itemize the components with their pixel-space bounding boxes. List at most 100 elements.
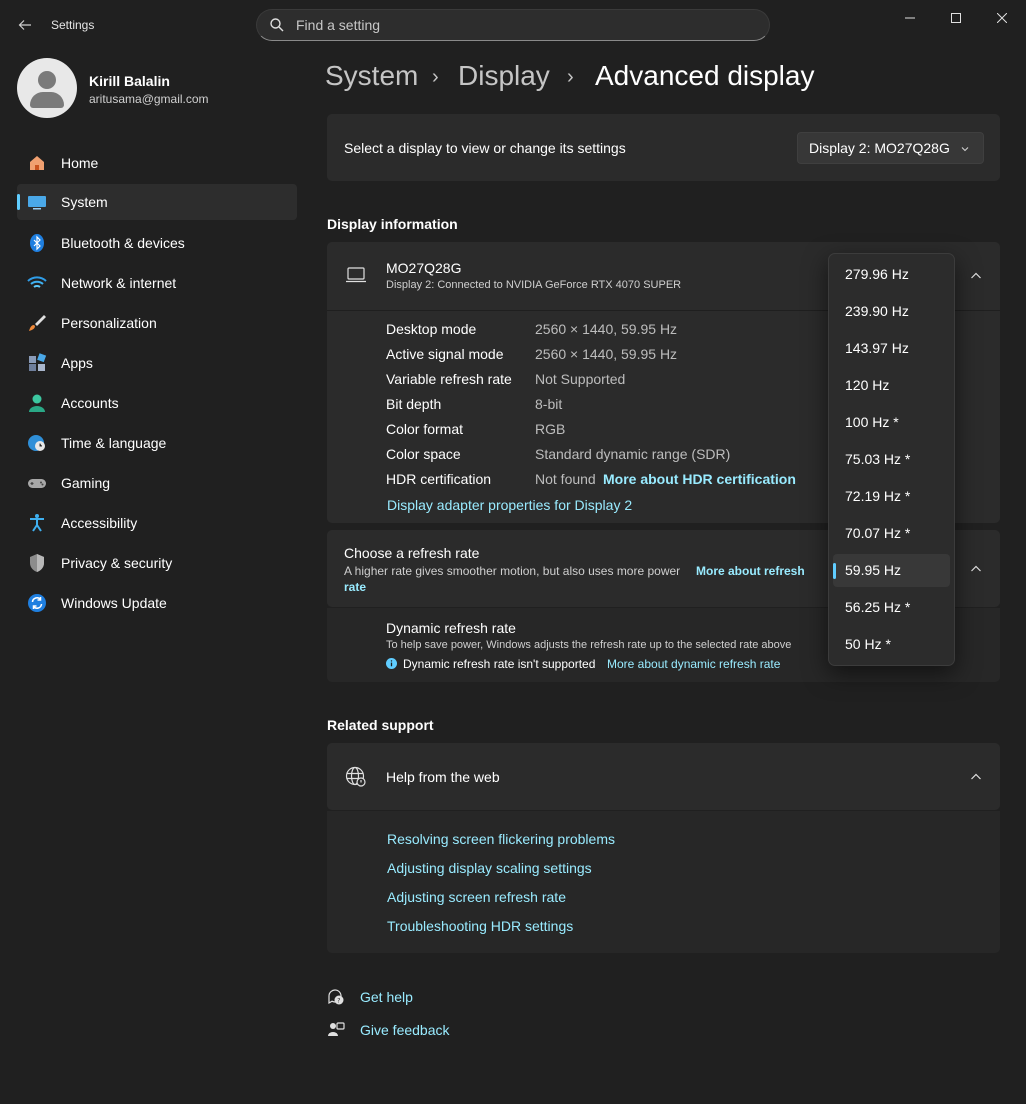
- sidebar-item-label: Accessibility: [61, 515, 138, 531]
- help-link[interactable]: Troubleshooting HDR settings: [387, 918, 573, 934]
- refresh-rate-desc: A higher rate gives smoother motion, but…: [344, 564, 681, 578]
- refresh-option[interactable]: 120 Hz: [833, 369, 950, 402]
- shield-icon: [30, 554, 44, 572]
- refresh-option-label: 239.90 Hz: [845, 303, 909, 319]
- help-link[interactable]: Resolving screen flickering problems: [387, 831, 615, 847]
- dynamic-refresh-desc: To help save power, Windows adjusts the …: [386, 639, 792, 651]
- info-label: Desktop mode: [386, 321, 477, 337]
- laptop-icon: [346, 267, 366, 283]
- help-link[interactable]: Adjusting display scaling settings: [387, 860, 592, 876]
- user-email: aritusama@gmail.com: [89, 92, 209, 106]
- get-help-link[interactable]: Get help: [360, 989, 413, 1005]
- close-button[interactable]: [990, 8, 1014, 28]
- display-adapter-link[interactable]: Display adapter properties for Display 2: [387, 497, 632, 513]
- display-dropdown[interactable]: Display 2: MO27Q28G: [797, 132, 984, 164]
- dynamic-refresh-title: Dynamic refresh rate: [386, 620, 516, 636]
- svg-text:?: ?: [337, 998, 340, 1005]
- refresh-more-link[interactable]: More about refresh: [696, 564, 805, 578]
- sidebar-item-windows-update[interactable]: Windows Update: [17, 585, 297, 621]
- chevron-up-icon[interactable]: [968, 268, 984, 284]
- display-info-heading: Display information: [327, 216, 458, 232]
- sidebar-item-label: System: [61, 194, 108, 210]
- app-title: Settings: [51, 18, 95, 32]
- refresh-option[interactable]: 239.90 Hz: [833, 295, 950, 328]
- sidebar-item-accessibility[interactable]: Accessibility: [17, 505, 297, 541]
- refresh-option[interactable]: 70.07 Hz *: [833, 517, 950, 550]
- info-label: Color format: [386, 421, 464, 437]
- search-box[interactable]: Find a setting: [256, 9, 770, 41]
- display-select-label: Select a display to view or change its s…: [344, 140, 626, 156]
- sidebar-item-label: Apps: [61, 355, 93, 371]
- sidebar-item-network[interactable]: Network & internet: [17, 265, 297, 301]
- breadcrumb-system[interactable]: System: [325, 60, 418, 92]
- info-icon: [386, 658, 397, 669]
- chevron-up-icon[interactable]: [968, 769, 984, 785]
- accessibility-icon: [30, 514, 44, 532]
- sidebar-item-bluetooth[interactable]: Bluetooth & devices: [17, 225, 297, 261]
- sidebar-item-label: Home: [61, 155, 99, 171]
- user-name: Kirill Balalin: [89, 73, 170, 89]
- refresh-more-link-cont[interactable]: rate: [344, 580, 366, 594]
- avatar[interactable]: [17, 58, 77, 118]
- refresh-option-label: 59.95 Hz: [845, 562, 902, 578]
- sidebar-item-accounts[interactable]: Accounts: [17, 385, 297, 421]
- info-label: Bit depth: [386, 396, 442, 412]
- dynamic-refresh-link[interactable]: More about dynamic refresh rate: [607, 657, 780, 671]
- sidebar-item-time-language[interactable]: Time & language: [17, 425, 297, 461]
- info-value: Standard dynamic range (SDR): [535, 446, 731, 462]
- refresh-option-selected[interactable]: 59.95 Hz: [833, 554, 950, 587]
- refresh-option[interactable]: 279.96 Hz: [833, 258, 950, 291]
- arrow-left-icon: [18, 20, 31, 30]
- refresh-option-label: 279.96 Hz: [845, 266, 909, 282]
- sidebar-item-personalization[interactable]: Personalization: [17, 305, 297, 341]
- wifi-icon: [27, 276, 47, 288]
- search-icon: [270, 18, 284, 32]
- sidebar-item-home[interactable]: Home: [17, 145, 297, 181]
- hdr-certification-link[interactable]: More about HDR certification: [603, 471, 796, 487]
- sidebar-item-apps[interactable]: Apps: [17, 345, 297, 381]
- search-input[interactable]: Find a setting: [296, 17, 380, 33]
- refresh-option[interactable]: 56.25 Hz *: [833, 591, 950, 624]
- close-icon: [997, 13, 1007, 23]
- globe-icon: [345, 766, 366, 787]
- get-help-icon: ?: [328, 989, 344, 1005]
- refresh-option[interactable]: 143.97 Hz: [833, 332, 950, 365]
- display-dropdown-value: Display 2: MO27Q28G: [809, 140, 950, 156]
- sidebar-item-label: Bluetooth & devices: [61, 235, 185, 251]
- chevron-right-icon: ›: [567, 66, 574, 88]
- help-from-web-title: Help from the web: [386, 769, 500, 785]
- refresh-option[interactable]: 72.19 Hz *: [833, 480, 950, 513]
- chevron-right-icon: ›: [432, 66, 439, 88]
- refresh-option-label: 70.07 Hz *: [845, 525, 911, 541]
- minimize-button[interactable]: [898, 8, 922, 28]
- sidebar-item-privacy[interactable]: Privacy & security: [17, 545, 297, 581]
- sidebar-item-gaming[interactable]: Gaming: [17, 465, 297, 501]
- info-value: 2560 × 1440, 59.95 Hz: [535, 346, 678, 362]
- bluetooth-icon: [30, 234, 44, 252]
- dynamic-refresh-warning: Dynamic refresh rate isn't supported: [403, 657, 596, 671]
- breadcrumb-display[interactable]: Display: [458, 60, 550, 92]
- sidebar-item-system[interactable]: System: [17, 184, 297, 220]
- refresh-option-label: 56.25 Hz *: [845, 599, 911, 615]
- refresh-option[interactable]: 100 Hz *: [833, 406, 950, 439]
- feedback-icon: [328, 1022, 345, 1036]
- info-value: Not Supported: [535, 371, 626, 387]
- page-title: Advanced display: [595, 60, 815, 91]
- back-button[interactable]: [10, 10, 40, 40]
- refresh-option[interactable]: 75.03 Hz *: [833, 443, 950, 476]
- give-feedback-link[interactable]: Give feedback: [360, 1022, 450, 1038]
- help-link[interactable]: Adjusting screen refresh rate: [387, 889, 566, 905]
- info-value: 8-bit: [535, 396, 563, 412]
- sidebar-item-label: Time & language: [61, 435, 167, 451]
- info-label: Active signal mode: [386, 346, 504, 362]
- globe-clock-icon: [28, 435, 45, 451]
- chevron-up-icon[interactable]: [968, 561, 984, 577]
- system-icon: [28, 196, 46, 210]
- sidebar-item-label: Windows Update: [61, 595, 167, 611]
- sidebar-item-label: Accounts: [61, 395, 119, 411]
- related-support-heading: Related support: [327, 717, 434, 733]
- sidebar-item-label: Network & internet: [61, 275, 177, 291]
- maximize-button[interactable]: [944, 8, 968, 28]
- monitor-name: MO27Q28G: [386, 260, 462, 276]
- refresh-option[interactable]: 50 Hz *: [833, 628, 950, 661]
